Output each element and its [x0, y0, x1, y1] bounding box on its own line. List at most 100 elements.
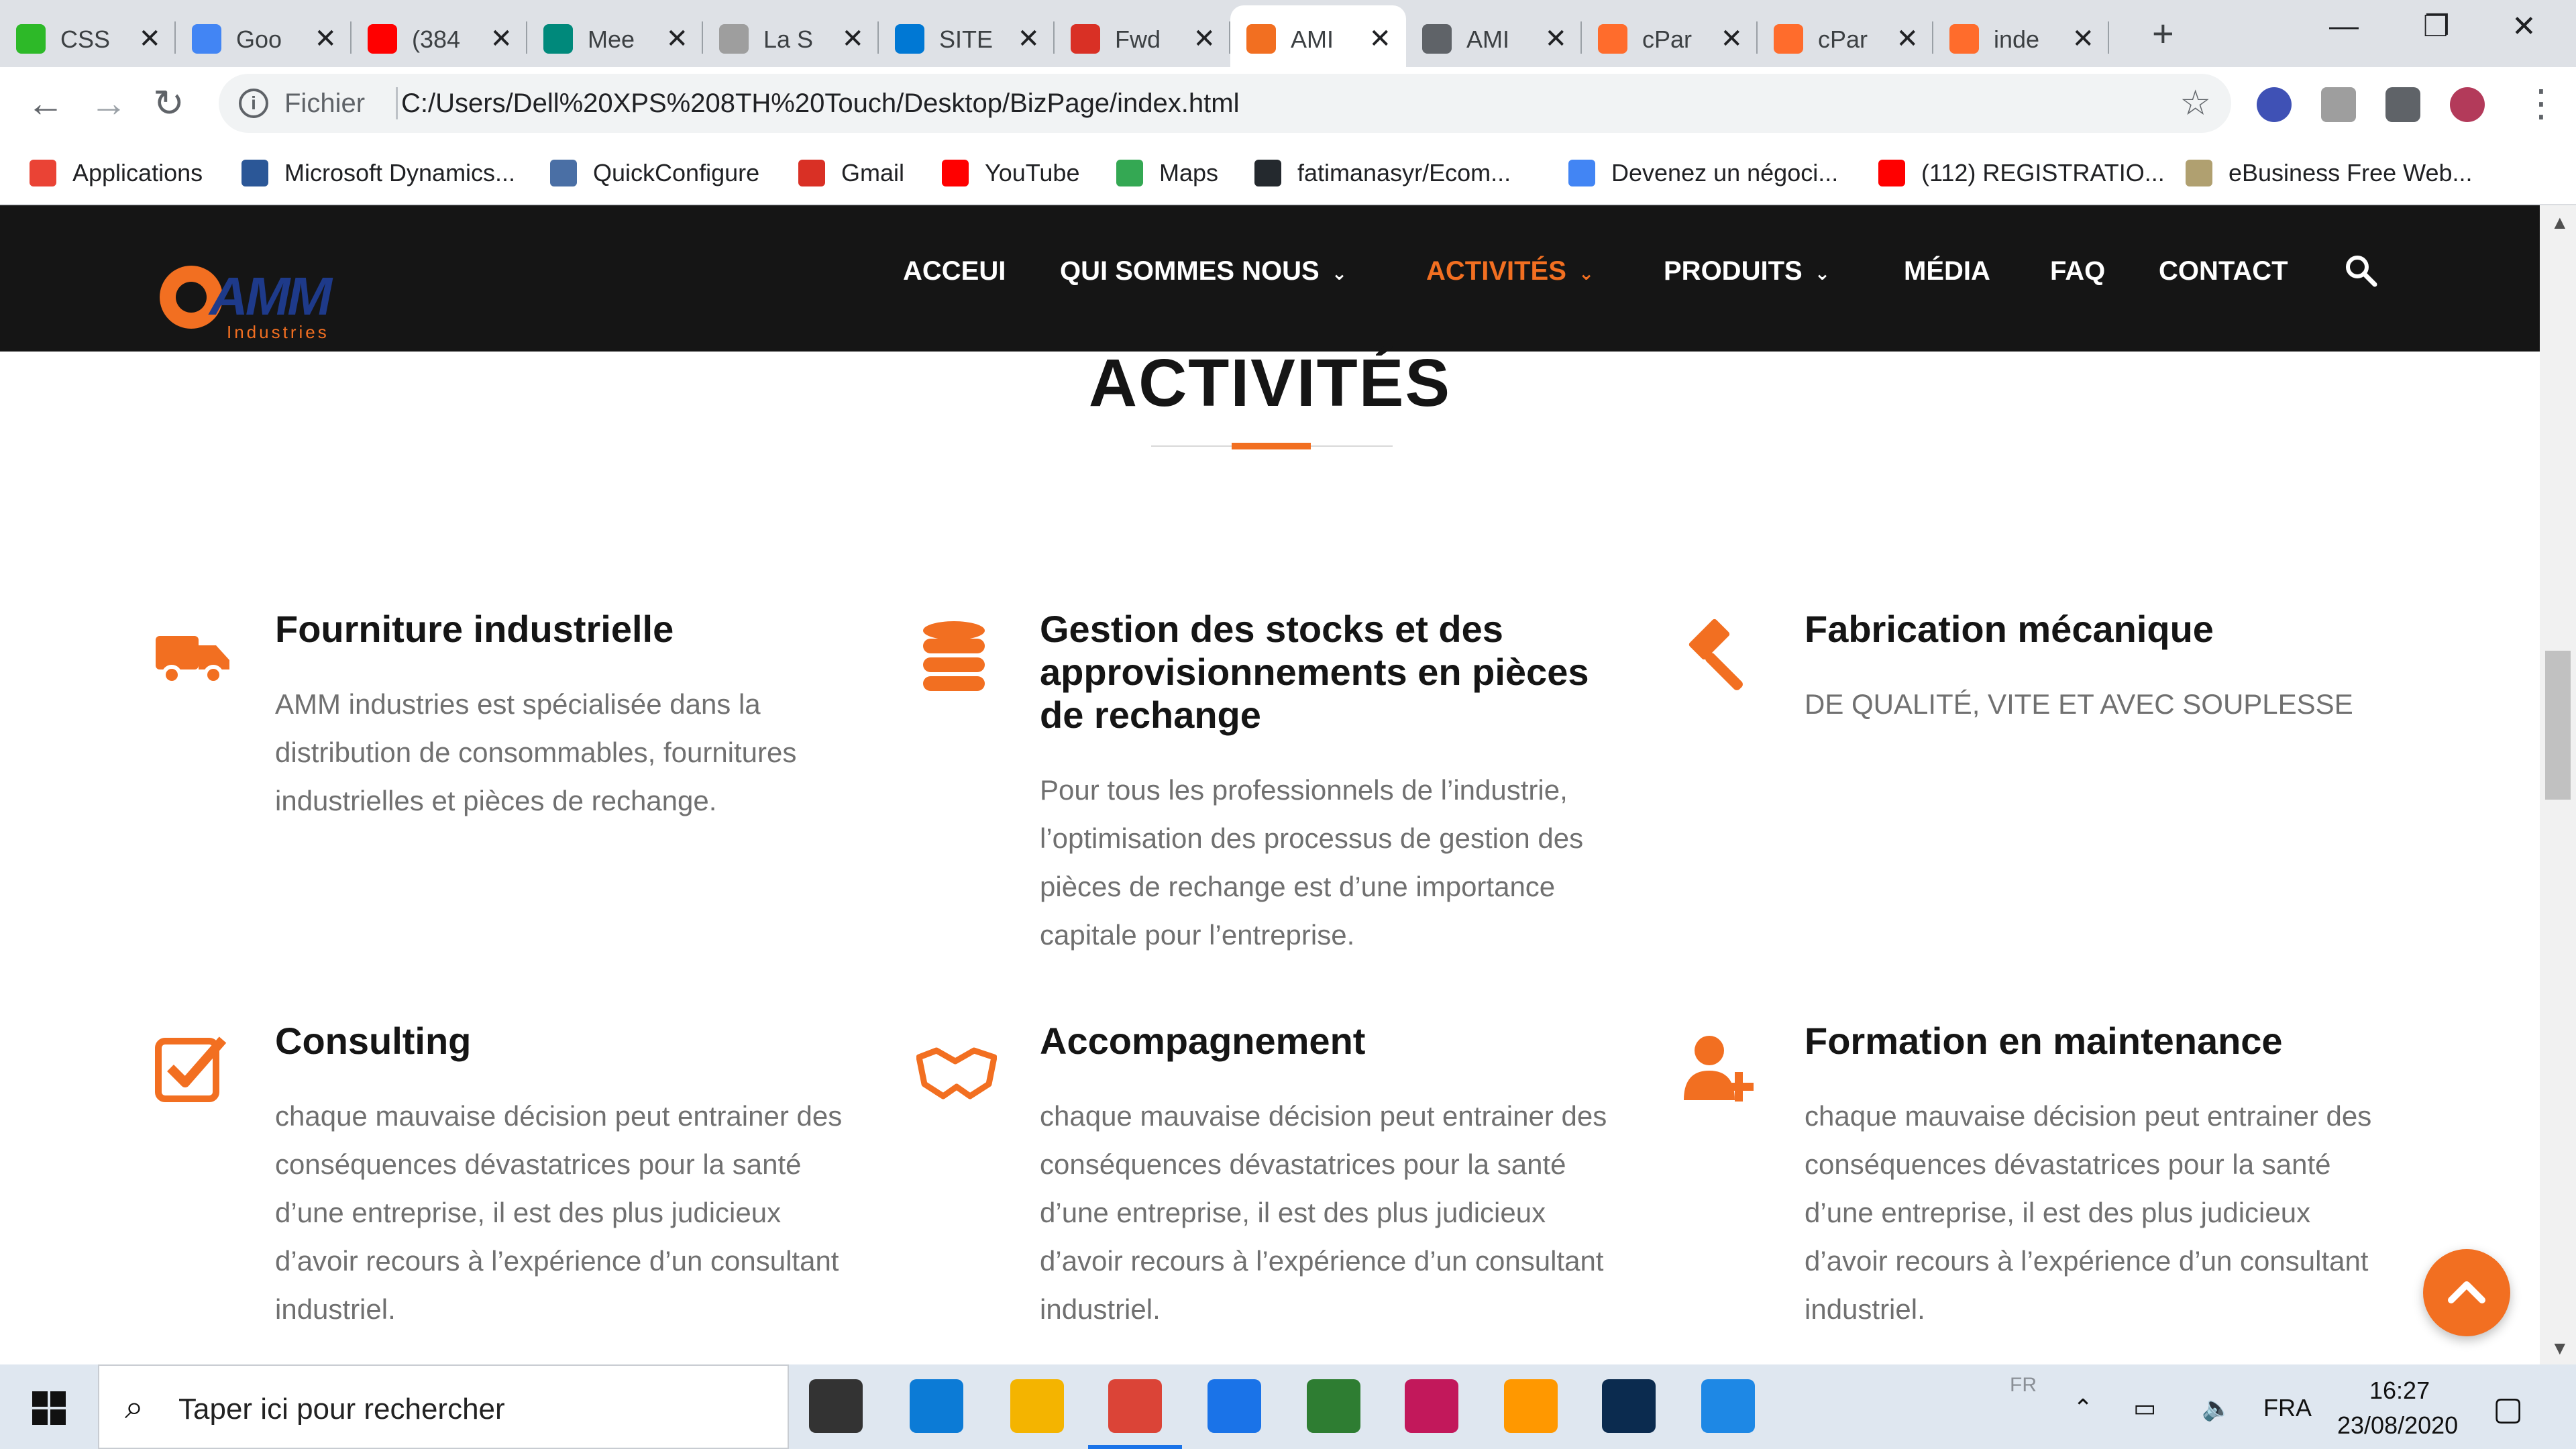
tab-close-icon[interactable]: ✕: [841, 21, 864, 56]
tab-close-icon[interactable]: ✕: [314, 21, 337, 56]
github-icon: [1254, 160, 1281, 186]
mail-icon[interactable]: [1208, 1379, 1261, 1433]
search-icon[interactable]: [2344, 254, 2377, 287]
tab-close-icon[interactable]: ✕: [1720, 21, 1743, 56]
browser-tab[interactable]: Goo ✕: [176, 5, 352, 67]
activity-description: Pour tous les professionnels de l’indust…: [1040, 774, 1584, 951]
bookmark-item[interactable]: eBusiness Free Web...: [2186, 153, 2473, 193]
bookmark-item[interactable]: Microsoft Dynamics...: [241, 153, 515, 193]
tab-close-icon[interactable]: ✕: [1193, 21, 1216, 56]
bookmark-item[interactable]: Applications: [30, 153, 203, 193]
bookmark-label: fatimanasyr/Ecom...: [1297, 159, 1511, 186]
reload-button[interactable]: ↻: [153, 83, 184, 123]
browser-tab[interactable]: cPar ✕: [1582, 5, 1758, 67]
bookmark-label: Devenez un négoci...: [1611, 159, 1839, 186]
puzzle-extensions-icon[interactable]: [2385, 87, 2420, 122]
bookmark-item[interactable]: QuickConfigure: [550, 153, 759, 193]
tab-close-icon[interactable]: ✕: [1368, 21, 1391, 56]
language-indicator[interactable]: FRA: [2263, 1394, 2312, 1422]
browser-tab[interactable]: AMI ✕: [1406, 5, 1582, 67]
tab-close-icon[interactable]: ✕: [1896, 21, 1919, 56]
scroll-down-arrow-icon[interactable]: ▼: [2551, 1338, 2569, 1359]
google-icon: [1568, 160, 1595, 186]
chevron-up-icon: [2448, 1281, 2485, 1303]
chevron-up-tray-icon[interactable]: ⌃: [2073, 1394, 2093, 1422]
taskbar-search-box[interactable]: ⌕ Taper ici pour rechercher: [98, 1364, 789, 1449]
tab-separator: [2108, 21, 2109, 54]
notifications-icon[interactable]: ▢: [2493, 1390, 2523, 1428]
scroll-up-arrow-icon[interactable]: ▲: [2551, 212, 2569, 233]
logo-subtext: Industries: [227, 322, 329, 342]
nav-item[interactable]: ACCEUI: [903, 256, 1006, 286]
bookmark-item[interactable]: Devenez un négoci...: [1568, 153, 1838, 193]
tab-close-icon[interactable]: ✕: [2072, 21, 2094, 56]
browser-tab[interactable]: Fwd ✕: [1055, 5, 1230, 67]
extension-icon[interactable]: [2257, 87, 2292, 122]
back-button[interactable]: ←: [27, 83, 64, 123]
nav-item[interactable]: MÉDIA: [1904, 256, 1990, 286]
clock-time[interactable]: 16:27: [2369, 1377, 2430, 1405]
atom-icon[interactable]: [1307, 1379, 1360, 1433]
cpanel-icon: [1774, 24, 1803, 54]
browser-tab[interactable]: AMI ✕: [1230, 5, 1406, 67]
tab-close-icon[interactable]: ✕: [1544, 21, 1567, 56]
bookmark-item[interactable]: Gmail: [798, 153, 904, 193]
tab-close-icon[interactable]: ✕: [138, 21, 161, 56]
chrome-icon[interactable]: [1108, 1379, 1162, 1433]
browser-tab[interactable]: CSS ✕: [0, 5, 176, 67]
address-bar[interactable]: i Fichier C:/Users/Dell%20XPS%208TH%20To…: [219, 74, 2231, 133]
volume-icon[interactable]: 🔈: [2202, 1394, 2232, 1422]
task-view-icon[interactable]: [809, 1379, 863, 1433]
active-app-indicator: [1088, 1445, 1182, 1449]
bookmark-item[interactable]: YouTube: [942, 153, 1079, 193]
scrollbar-thumb[interactable]: [2545, 651, 2571, 800]
forward-button[interactable]: →: [90, 83, 127, 123]
url-text[interactable]: C:/Users/Dell%20XPS%208TH%20Touch/Deskto…: [401, 89, 1239, 119]
windows-start-icon[interactable]: [32, 1391, 66, 1425]
bookmark-star-icon[interactable]: ☆: [2180, 83, 2211, 123]
snipping-icon[interactable]: [1405, 1379, 1458, 1433]
bookmark-item[interactable]: (112) REGISTRATIO...: [1878, 153, 2165, 193]
nav-item[interactable]: FAQ: [2050, 256, 2105, 286]
site-header: AMM Industries ACCEUI QUI SOMMES NOUS ⌄ ACT…: [0, 205, 2540, 352]
browser-tab[interactable]: Mee ✕: [527, 5, 703, 67]
window-close-button[interactable]: ✕: [2512, 9, 2536, 44]
new-tab-button[interactable]: +: [2152, 15, 2174, 52]
window-minimize-button[interactable]: —: [2329, 9, 2359, 43]
browser-tab[interactable]: (384 ✕: [352, 5, 527, 67]
battery-icon[interactable]: ▭: [2133, 1394, 2156, 1422]
tab-close-icon[interactable]: ✕: [665, 21, 688, 56]
checkbox-icon: [155, 1036, 227, 1102]
tab-title: Fwd: [1115, 25, 1161, 53]
scroll-to-top-button[interactable]: [2423, 1249, 2510, 1336]
browser-tab[interactable]: SITE ✕: [879, 5, 1055, 67]
site-info-icon[interactable]: i: [239, 89, 268, 118]
nav-item[interactable]: ACTIVITÉS ⌄: [1426, 256, 1594, 286]
nav-item-label: ACTIVITÉS: [1426, 256, 1566, 286]
tab-close-icon[interactable]: ✕: [490, 21, 513, 56]
clock-date[interactable]: 23/08/2020: [2337, 1411, 2458, 1440]
file-explorer-icon[interactable]: [1010, 1379, 1064, 1433]
profile-avatar[interactable]: [2450, 87, 2485, 122]
nav-item[interactable]: PRODUITS ⌄: [1664, 256, 1830, 286]
page-scrollbar[interactable]: ▲ ▼: [2540, 205, 2576, 1364]
chrome-menu-icon[interactable]: ⋮: [2522, 83, 2560, 123]
sublime-text-icon[interactable]: [1504, 1379, 1558, 1433]
nav-item[interactable]: QUI SOMMES NOUS ⌄: [1060, 256, 1347, 286]
shopping-bag-extension-icon[interactable]: [2321, 87, 2356, 122]
edge-icon[interactable]: [910, 1379, 963, 1433]
window-maximize-button[interactable]: ❐: [2423, 9, 2449, 44]
cpanel-icon: [1949, 24, 1979, 54]
chevron-down-icon: ⌄: [1814, 263, 1831, 284]
tab-close-icon[interactable]: ✕: [1017, 21, 1040, 56]
browser-tab[interactable]: inde ✕: [1933, 5, 2109, 67]
browser-tab[interactable]: La S ✕: [703, 5, 879, 67]
nav-item[interactable]: CONTACT: [2159, 256, 2288, 286]
photos-icon[interactable]: [1701, 1379, 1755, 1433]
browser-tab[interactable]: cPar ✕: [1758, 5, 1933, 67]
activity-title: Consulting: [275, 1020, 472, 1062]
amm-logo[interactable]: AMM Industries: [154, 260, 356, 347]
photoshop-icon[interactable]: [1602, 1379, 1656, 1433]
bookmark-item[interactable]: fatimanasyr/Ecom...: [1254, 153, 1511, 193]
bookmark-item[interactable]: Maps: [1116, 153, 1218, 193]
